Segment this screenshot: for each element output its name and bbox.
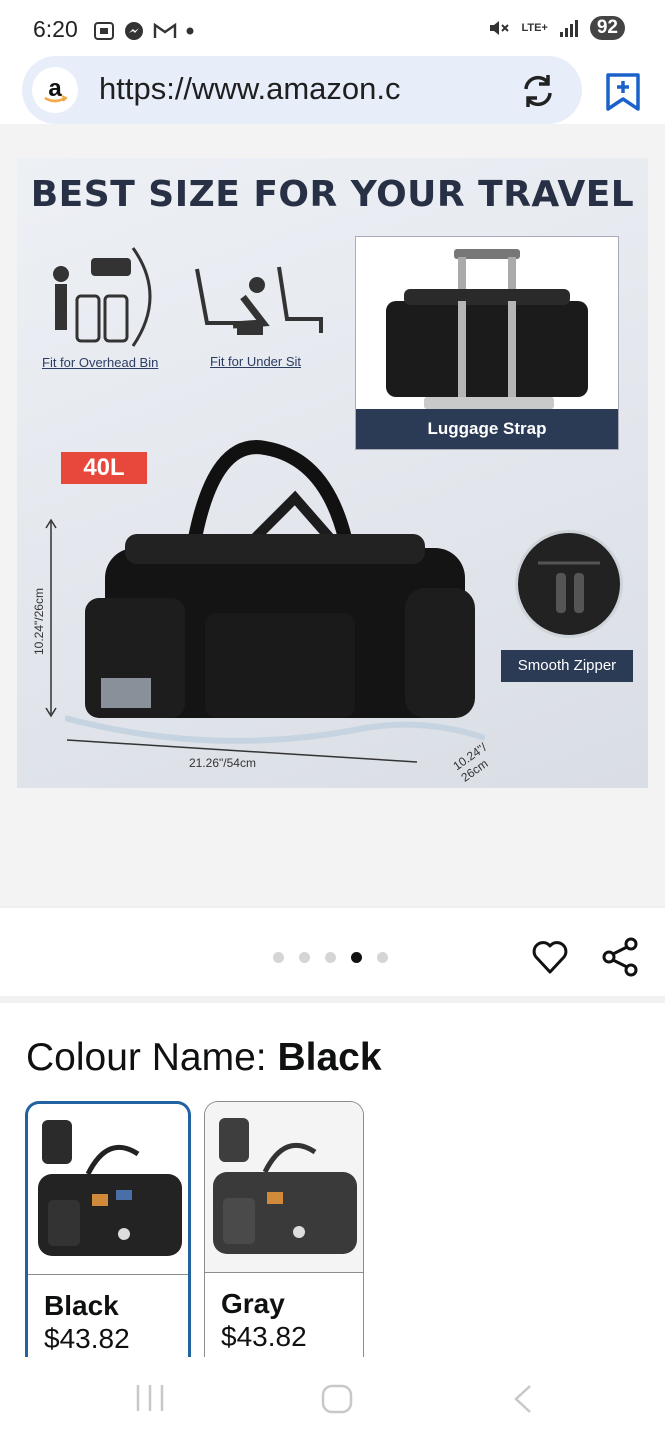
status-bar: 6:20 LTE+ 92 — [0, 0, 665, 62]
bag-on-suitcase-image — [386, 249, 588, 409]
length-dimension: 21.26"/54cm — [189, 756, 256, 770]
swatch-divider — [28, 1274, 188, 1275]
mute-icon — [490, 21, 510, 35]
under-seat-icon — [195, 266, 323, 335]
colour-name-heading: Colour Name: Black — [26, 1036, 382, 1080]
duffel-bag-image — [65, 440, 485, 744]
messenger-icon — [125, 22, 143, 40]
clock: 6:20 — [33, 16, 78, 42]
smooth-zipper-label: Smooth Zipper — [501, 650, 633, 682]
carousel-dot-active[interactable] — [351, 952, 362, 963]
carousel-dot[interactable] — [273, 952, 284, 963]
height-dimension: 10.24"/26cm — [32, 588, 46, 655]
network-label: LTE+ — [521, 22, 548, 34]
back-icon[interactable] — [510, 1383, 536, 1415]
gmail-icon — [153, 22, 177, 38]
notification-icons — [93, 20, 195, 42]
overhead-bin-icon — [53, 247, 152, 347]
heart-icon[interactable] — [531, 939, 569, 975]
colour-option-black[interactable]: Black $43.82 — [25, 1101, 191, 1360]
address-bar[interactable]: a https://www.amazon.c — [22, 56, 582, 124]
amazon-logo-icon: a — [32, 67, 78, 113]
section-separator — [0, 996, 665, 1003]
colour-option-price: $43.82 — [44, 1323, 130, 1354]
carousel-dot[interactable] — [377, 952, 388, 963]
url-text[interactable]: https://www.amazon.c — [99, 71, 479, 107]
image-carousel-dots[interactable] — [273, 952, 388, 963]
luggage-strap-panel: Luggage Strap — [355, 236, 619, 450]
carousel-dot[interactable] — [299, 952, 310, 963]
colour-option-gray[interactable]: Gray $43.82 — [204, 1101, 364, 1358]
share-icon[interactable] — [600, 937, 640, 977]
colour-name-label: Colour Name: — [26, 1036, 278, 1079]
product-image-gallery[interactable]: BEST SIZE FOR YOUR TRAVEL Fit for Overhe… — [0, 124, 665, 906]
signal-icon — [559, 20, 578, 37]
zipper-detail-image — [515, 530, 623, 638]
swatch-divider — [205, 1272, 363, 1273]
reload-icon[interactable] — [518, 71, 558, 111]
amazon-logo-letter: a — [48, 75, 62, 102]
battery-level: 92 — [589, 16, 625, 40]
system-navigation-bar — [0, 1357, 665, 1440]
colour-option-name: Black — [44, 1290, 119, 1321]
overhead-bin-caption: Fit for Overhead Bin — [42, 355, 159, 370]
more-dot-icon — [186, 27, 194, 35]
colour-option-name: Gray — [221, 1288, 285, 1319]
black-bag-thumbnail — [38, 1120, 182, 1256]
image-headline: BEST SIZE FOR YOUR TRAVEL — [30, 174, 635, 215]
add-bookmark-icon[interactable] — [604, 72, 642, 112]
under-seat-caption: Fit for Under Sit — [210, 354, 302, 369]
gallery-divider — [0, 906, 665, 908]
screenshot-icon — [94, 22, 114, 40]
recents-icon[interactable] — [134, 1383, 166, 1413]
carousel-dot[interactable] — [325, 952, 336, 963]
colour-option-price: $43.82 — [221, 1321, 307, 1352]
gray-bag-thumbnail — [205, 1102, 363, 1272]
system-icons: LTE+ 92 — [487, 16, 625, 40]
product-image[interactable]: BEST SIZE FOR YOUR TRAVEL Fit for Overhe… — [17, 158, 648, 788]
home-icon[interactable] — [320, 1383, 354, 1415]
selected-colour: Black — [277, 1036, 382, 1079]
